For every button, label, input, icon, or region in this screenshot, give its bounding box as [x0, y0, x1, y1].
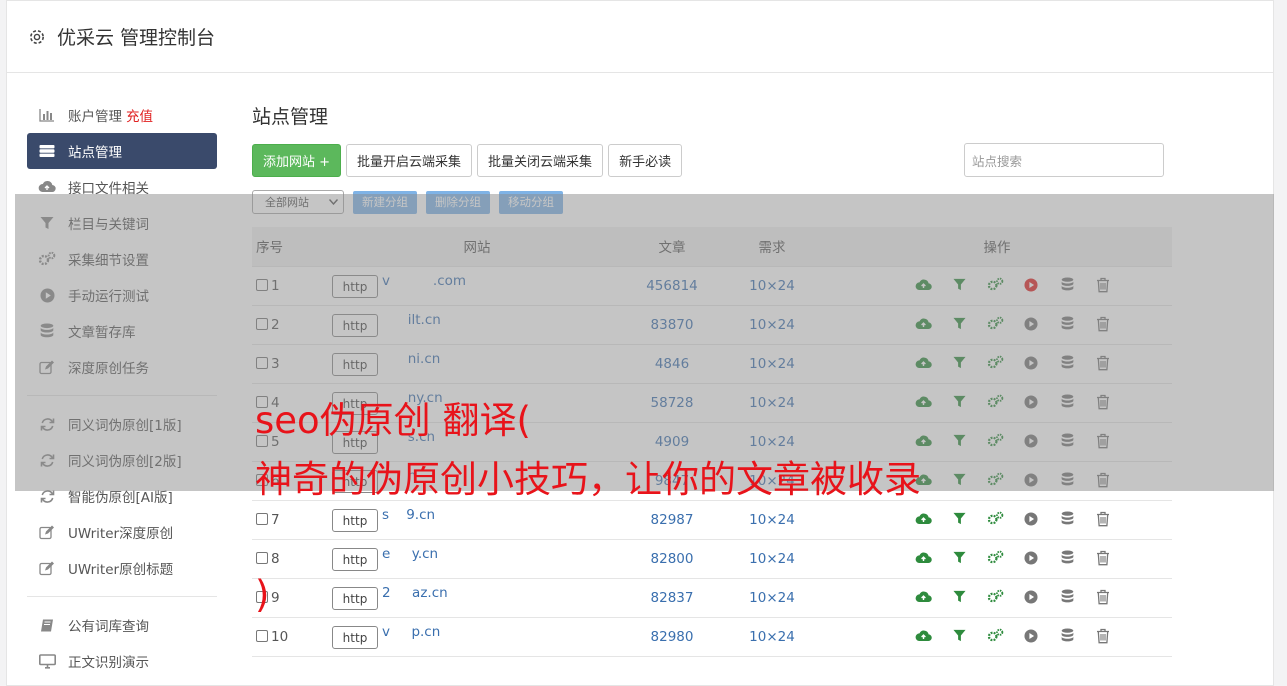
server-icon — [38, 143, 56, 159]
cloud-upload-icon[interactable] — [914, 588, 932, 606]
demand-value[interactable]: 10×24 — [722, 577, 822, 617]
cell-site: http v p.cn — [332, 616, 622, 657]
protocol-badge: http — [332, 626, 378, 649]
watermark-line2: 神奇的伪原创小技巧，让你的文章被收录 — [255, 458, 921, 501]
site-domain-link[interactable]: 2 az.cn — [382, 585, 448, 601]
edit-icon — [38, 560, 56, 576]
sidebar-item-label: 公有词库查询 — [68, 619, 149, 635]
play-icon[interactable] — [1022, 549, 1040, 567]
sidebar-item-b-4[interactable]: UWriter深度原创 — [27, 514, 217, 550]
cell-site: http s 9.cn — [332, 499, 622, 539]
page-title: 站点管理 — [252, 106, 329, 128]
cell-ops — [822, 499, 1172, 539]
batch-enable-cloud-button[interactable]: 批量开启云端采集 — [346, 143, 473, 177]
top-bar: 优采云 管理控制台 — [7, 1, 1273, 73]
cloud-upload-icon[interactable] — [914, 549, 932, 567]
gears-icon[interactable] — [986, 627, 1004, 645]
database-icon[interactable] — [1058, 510, 1076, 528]
cell-no: 7 — [252, 499, 332, 539]
row-number: 9 — [271, 589, 280, 606]
table-row: 9 http 2 az.cn 82837 10×24 — [252, 577, 1172, 617]
batch-disable-cloud-button[interactable]: 批量关闭云端采集 — [477, 143, 604, 177]
protocol-badge: http — [332, 509, 378, 532]
watermark-line1: seo伪原创 翻译( — [255, 399, 531, 442]
add-site-button[interactable]: 添加网站 + — [252, 143, 342, 177]
row-number: 10 — [271, 628, 289, 645]
article-count[interactable]: 82987 — [622, 499, 722, 539]
app-title: 优采云 管理控制台 — [57, 27, 216, 49]
sidebar-item-a-1[interactable]: 账户管理 充值 — [27, 97, 217, 133]
database-icon[interactable] — [1058, 588, 1076, 606]
trash-icon[interactable] — [1094, 510, 1112, 528]
watermark-overlay — [15, 194, 1274, 491]
gears-icon[interactable] — [986, 549, 1004, 567]
sidebar-divider — [27, 596, 217, 597]
bar-chart-icon — [38, 107, 56, 123]
filter-icon[interactable] — [950, 588, 968, 606]
cloud-upload-icon[interactable] — [914, 510, 932, 528]
play-icon[interactable] — [1022, 510, 1040, 528]
filter-icon[interactable] — [950, 627, 968, 645]
guide-button[interactable]: 新手必读 — [608, 143, 683, 177]
site-domain-link[interactable]: s 9.cn — [382, 507, 435, 523]
row-checkbox[interactable] — [256, 629, 268, 642]
edit-icon — [38, 524, 56, 540]
gears-icon[interactable] — [986, 510, 1004, 528]
database-icon[interactable] — [1058, 549, 1076, 567]
table-row: 10 http v p.cn 82980 10×24 — [252, 616, 1172, 657]
monitor-icon — [38, 653, 56, 669]
database-icon[interactable] — [1058, 627, 1076, 645]
cloud-upload-icon[interactable] — [914, 627, 932, 645]
row-checkbox[interactable] — [256, 512, 268, 525]
trash-icon[interactable] — [1094, 549, 1112, 567]
trash-icon[interactable] — [1094, 627, 1112, 645]
row-number: 8 — [271, 550, 280, 567]
article-count[interactable]: 82980 — [622, 616, 722, 657]
site-search-input[interactable]: 站点搜索 — [964, 143, 1164, 177]
play-icon[interactable] — [1022, 588, 1040, 606]
cloud-icon — [38, 179, 56, 195]
table-row: 7 http s 9.cn 82987 10×24 — [252, 499, 1172, 539]
article-count[interactable]: 82837 — [622, 577, 722, 617]
sidebar-item-c-2[interactable]: 正文识别演示 — [27, 643, 217, 679]
cell-site: http 2 az.cn — [332, 577, 622, 617]
recharge-link[interactable]: 充值 — [126, 105, 153, 125]
sidebar-item-label: 站点管理 — [68, 145, 122, 161]
sidebar-item-c-1[interactable]: 公有词库查询 — [27, 607, 217, 643]
sidebar-item-b-5[interactable]: UWriter原创标题 — [27, 550, 217, 586]
watermark-line3: ) — [255, 573, 270, 616]
gear-icon — [30, 29, 44, 44]
sidebar-item-label: 账户管理 — [68, 109, 122, 125]
row-checkbox[interactable] — [256, 551, 268, 564]
cell-site: http e y.cn — [332, 538, 622, 578]
cell-ops — [822, 616, 1172, 657]
demand-value[interactable]: 10×24 — [722, 616, 822, 657]
row-number: 7 — [271, 511, 280, 528]
filter-icon[interactable] — [950, 510, 968, 528]
gears-icon[interactable] — [986, 588, 1004, 606]
demand-value[interactable]: 10×24 — [722, 499, 822, 539]
cell-ops — [822, 538, 1172, 578]
cell-ops — [822, 577, 1172, 617]
sidebar-item-label: UWriter深度原创 — [68, 526, 174, 542]
sidebar-item-label: UWriter原创标题 — [68, 562, 174, 578]
article-count[interactable]: 82800 — [622, 538, 722, 578]
trash-icon[interactable] — [1094, 588, 1112, 606]
protocol-badge: http — [332, 587, 378, 610]
play-icon[interactable] — [1022, 627, 1040, 645]
site-domain-link[interactable]: e y.cn — [382, 546, 438, 562]
demand-value[interactable]: 10×24 — [722, 538, 822, 578]
site-domain-link[interactable]: v p.cn — [382, 624, 440, 640]
filter-icon[interactable] — [950, 549, 968, 567]
table-row: 8 http e y.cn 82800 10×24 — [252, 538, 1172, 578]
book-icon — [38, 617, 56, 633]
sidebar-item-label: 正文识别演示 — [68, 655, 149, 671]
protocol-badge: http — [332, 548, 378, 571]
cell-no: 10 — [252, 616, 332, 657]
sidebar-item-a-2[interactable]: 站点管理 — [27, 133, 217, 169]
